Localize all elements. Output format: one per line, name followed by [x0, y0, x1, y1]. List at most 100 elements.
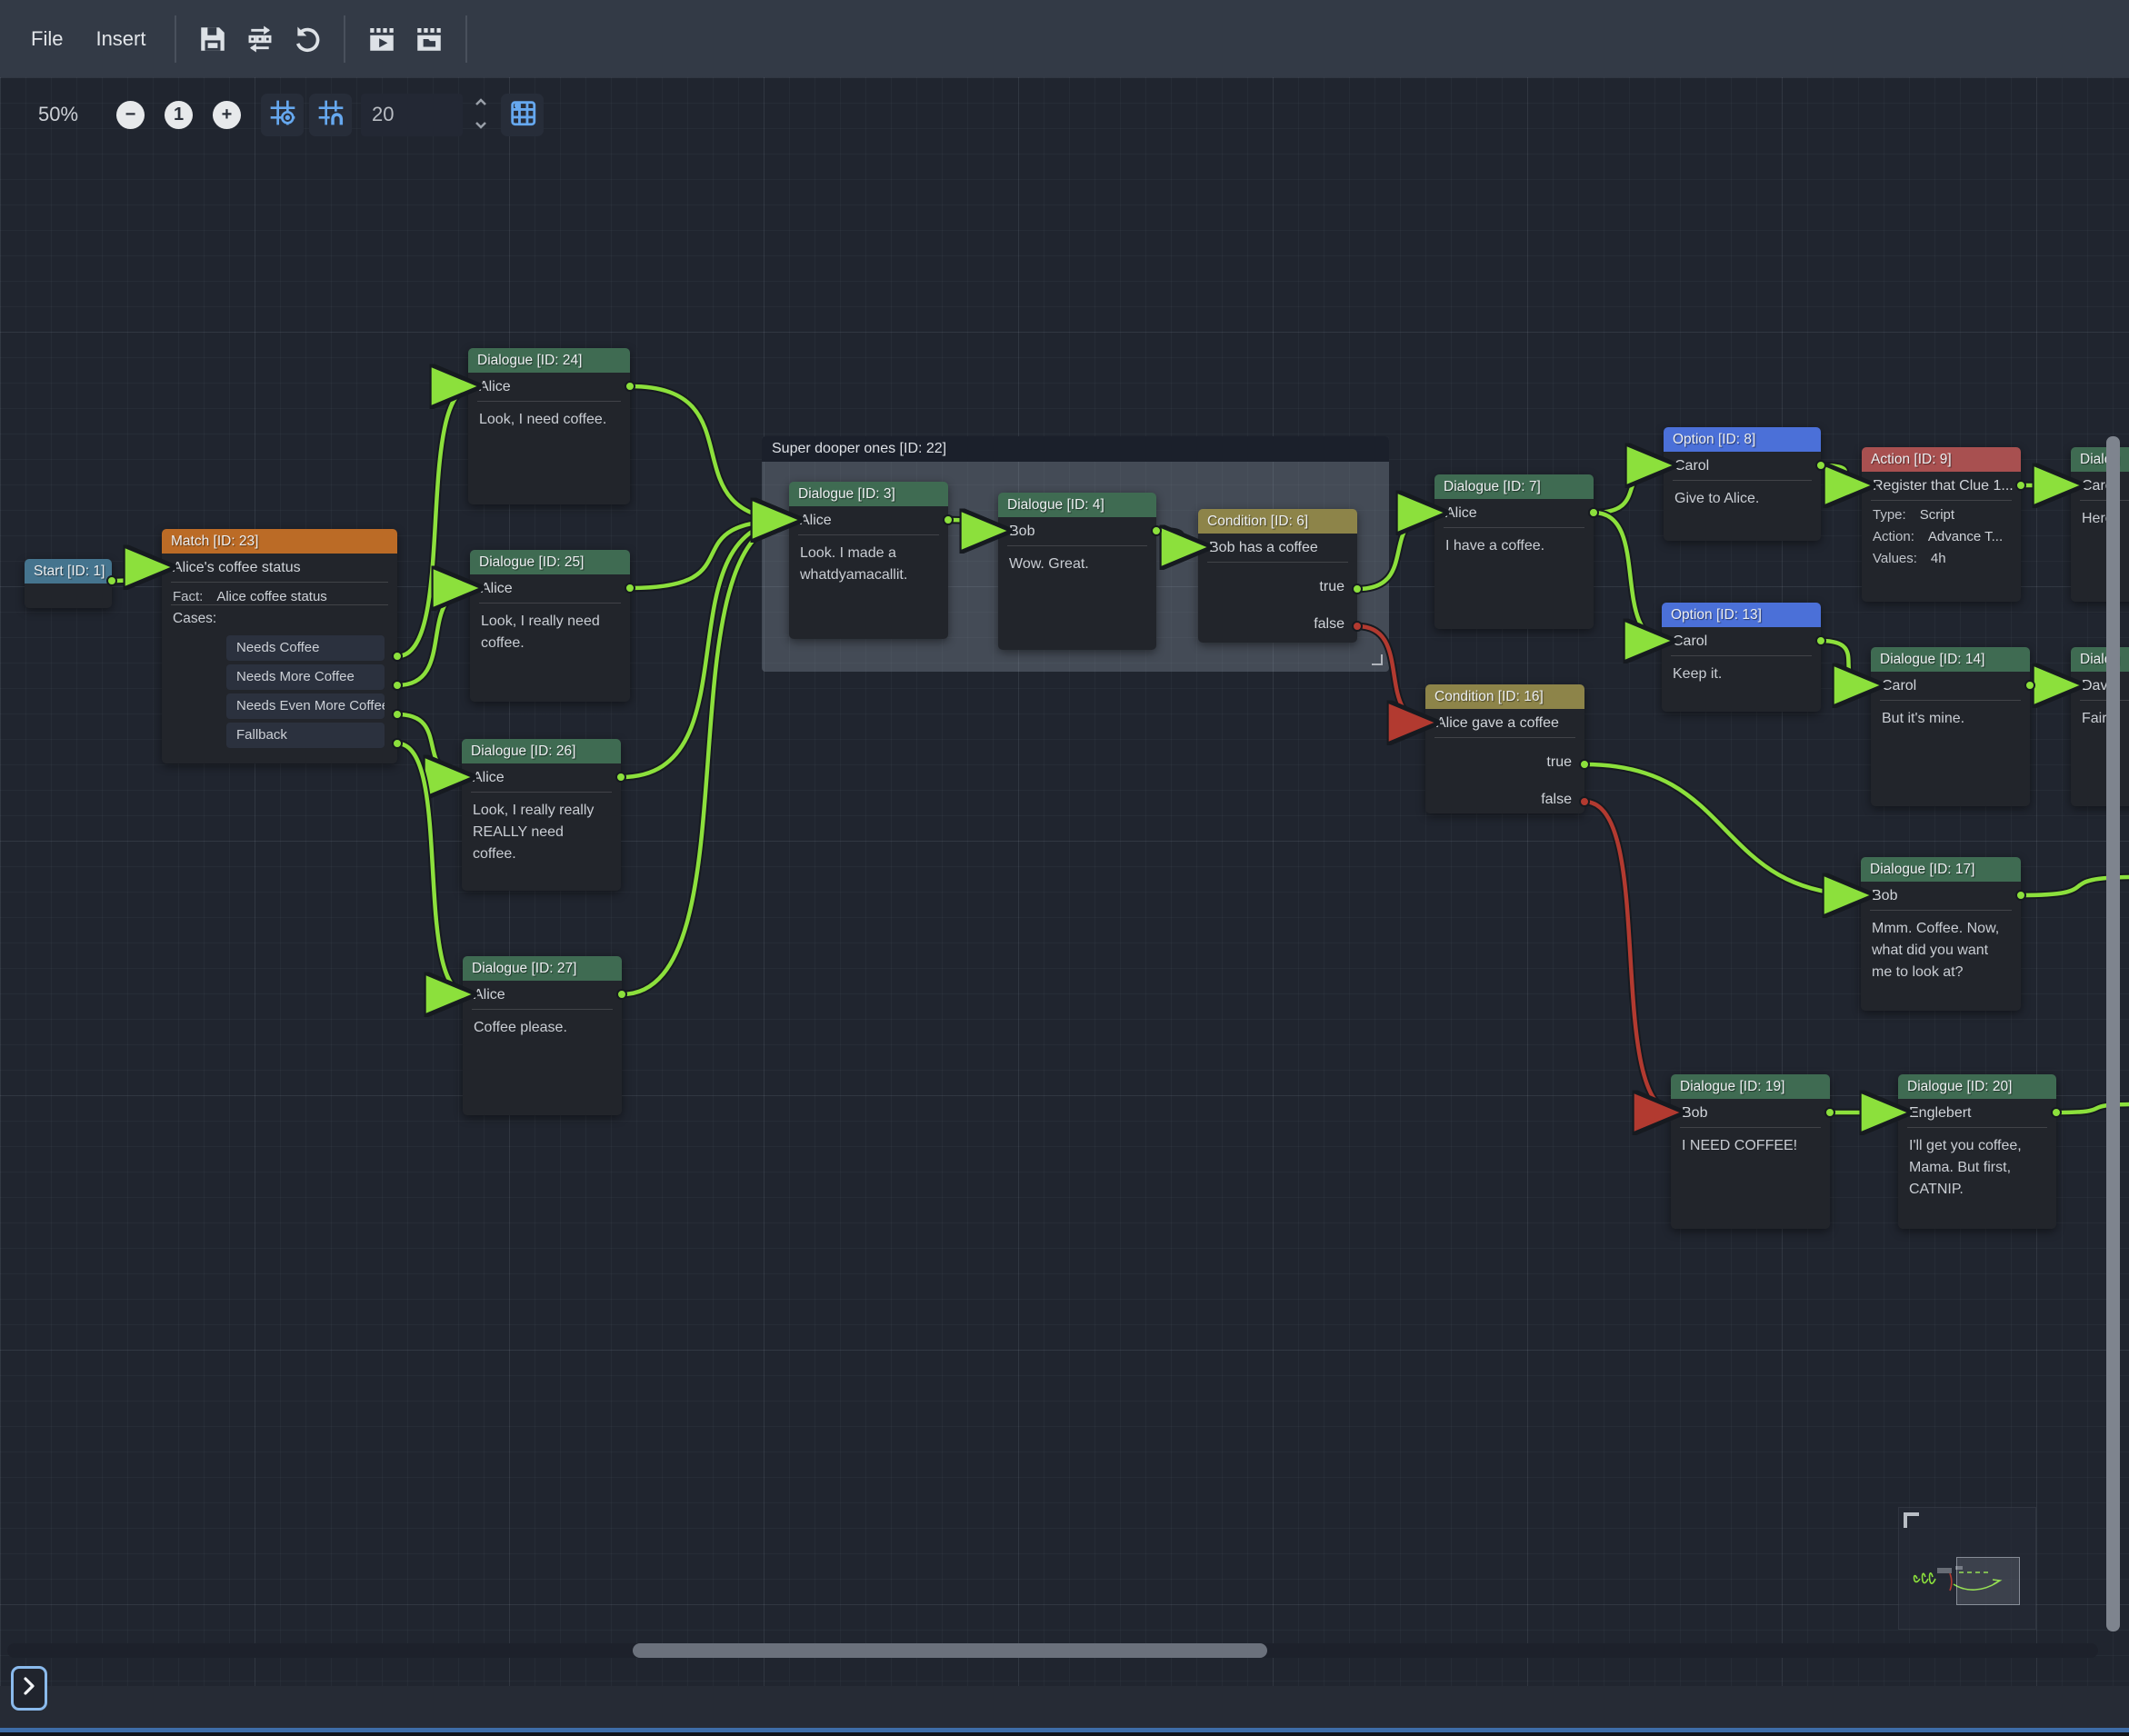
- graph-node-dlg-24[interactable]: Dialogue [ID: 24]AliceLook, I need coffe…: [468, 348, 630, 504]
- node-case-row[interactable]: Needs More Coffee: [226, 664, 385, 690]
- graph-node-dlg-cut-b[interactable]: DialogDaveFair e: [2071, 647, 2129, 806]
- minimap-resize-handle[interactable]: [1904, 1512, 1919, 1528]
- bottom-panel-edge: [0, 1732, 2129, 1736]
- graph-node-dlg-7[interactable]: Dialogue [ID: 7]AliceI have a coffee.: [1434, 474, 1594, 629]
- horizontal-scrollbar[interactable]: [7, 1643, 2098, 1658]
- node-case-row[interactable]: Needs Even More Coffee: [226, 693, 385, 719]
- node-title[interactable]: Dialogue [ID: 7]: [1434, 474, 1594, 499]
- node-text-row: Look. I made a whatdyamacallit.: [789, 535, 948, 586]
- snap-distance-stepper[interactable]: [474, 95, 488, 135]
- node-title[interactable]: Dialogue [ID: 26]: [462, 739, 621, 763]
- graph-toolbar: 50% − 1 + 20: [0, 90, 544, 139]
- graph-node-match-23[interactable]: Match [ID: 23]Alice's coffee statusFact:…: [162, 529, 397, 763]
- graph-node-opt-13[interactable]: Option [ID: 13]CarolKeep it.: [1662, 603, 1821, 712]
- node-title[interactable]: Option [ID: 13]: [1662, 603, 1821, 627]
- node-title[interactable]: Action [ID: 9]: [1862, 447, 2021, 472]
- group-resize-handle[interactable]: [1372, 654, 1383, 665]
- zoom-reset-button[interactable]: 1: [165, 101, 193, 129]
- node-property-row: Action:Advance T...: [1862, 523, 2021, 544]
- spinner-down-icon[interactable]: [474, 118, 488, 135]
- menu-insert[interactable]: Insert: [79, 18, 162, 60]
- node-title[interactable]: Dialogue [ID: 24]: [468, 348, 630, 373]
- node-title[interactable]: Dialog: [2071, 447, 2129, 472]
- node-title[interactable]: Start [ID: 1]: [25, 559, 112, 584]
- translate-button[interactable]: [236, 15, 284, 63]
- graph-node-act-9[interactable]: Action [ID: 9]Register that Clue 1...Typ…: [1862, 447, 2021, 602]
- minimap-panel[interactable]: [1898, 1507, 2036, 1630]
- node-title[interactable]: Dialogue [ID: 17]: [1861, 857, 2021, 882]
- test-scene-button[interactable]: [405, 15, 453, 63]
- graph-node-dlg-17[interactable]: Dialogue [ID: 17]BobMmm. Coffee. Now, wh…: [1861, 857, 2021, 1011]
- node-property-row: Fact:Alice coffee status: [162, 583, 397, 604]
- snap-distance-value: 20: [372, 103, 394, 126]
- graph-node-dlg-cut-a[interactable]: DialogCarolHere: [2071, 447, 2129, 602]
- node-title[interactable]: Condition [ID: 16]: [1425, 684, 1584, 709]
- minimap-toggle[interactable]: [501, 94, 544, 136]
- graph-node-dlg-26[interactable]: Dialogue [ID: 26]AliceLook, I really rea…: [462, 739, 621, 891]
- snap-distance-toggle[interactable]: [309, 94, 352, 136]
- save-icon: [197, 24, 228, 55]
- clapper-folder-icon: [414, 24, 445, 55]
- node-title[interactable]: Dialogue [ID: 19]: [1671, 1074, 1830, 1099]
- node-label-row: Cases:: [162, 605, 397, 632]
- node-case-row[interactable]: Fallback: [226, 723, 385, 748]
- node-speaker-row: Carol: [2071, 472, 2129, 500]
- node-title[interactable]: Dialogue [ID: 4]: [998, 493, 1156, 517]
- graph-node-dlg-19[interactable]: Dialogue [ID: 19]BobI NEED COFFEE!: [1671, 1074, 1830, 1229]
- menu-file[interactable]: File: [15, 18, 79, 60]
- snap-grid-toggle[interactable]: [261, 94, 304, 136]
- zoom-in-button[interactable]: +: [213, 101, 241, 129]
- undo-button[interactable]: [284, 15, 331, 63]
- node-speaker-row: Alice's coffee status: [162, 554, 397, 582]
- graph-node-start-1[interactable]: Start [ID: 1]: [25, 559, 112, 608]
- zoom-out-button[interactable]: −: [116, 101, 145, 129]
- graph-node-cond-16[interactable]: Condition [ID: 16]Alice gave a coffeetru…: [1425, 684, 1584, 813]
- graph-node-dlg-27[interactable]: Dialogue [ID: 27]AliceCoffee please.: [463, 956, 622, 1115]
- bottom-panel: [0, 1686, 2129, 1736]
- graph-node-dlg-25[interactable]: Dialogue [ID: 25]AliceLook, I really nee…: [470, 550, 630, 702]
- node-speaker-row: Dave: [2071, 672, 2129, 700]
- spinner-up-icon[interactable]: [474, 95, 488, 111]
- node-speaker-row: Bob: [1671, 1099, 1830, 1127]
- node-speaker-row: Bob: [998, 517, 1156, 545]
- node-title[interactable]: Condition [ID: 6]: [1198, 509, 1357, 534]
- node-case-row[interactable]: Needs Coffee: [226, 635, 385, 661]
- node-title[interactable]: Dialogue [ID: 20]: [1898, 1074, 2056, 1099]
- node-title[interactable]: Dialogue [ID: 3]: [789, 482, 948, 506]
- node-title[interactable]: Dialogue [ID: 14]: [1871, 647, 2030, 672]
- undo-icon: [292, 24, 323, 55]
- node-speaker-row: Alice: [462, 763, 621, 792]
- node-speaker-row: Alice gave a coffee: [1425, 709, 1584, 737]
- wire-cond-16-to-dlg-19: [1584, 802, 1676, 1112]
- node-text-row: Look, I really need coffee.: [470, 604, 630, 654]
- horizontal-scrollbar-thumb[interactable]: [633, 1643, 1267, 1658]
- node-text-row: I NEED COFFEE!: [1671, 1128, 1830, 1157]
- graph-canvas[interactable]: 50% − 1 + 20 Super dooper ones [ID: 22]: [0, 77, 2129, 1686]
- graph-node-dlg-4[interactable]: Dialogue [ID: 4]BobWow. Great.: [998, 493, 1156, 650]
- wire-start-1-to-match-23: [112, 567, 167, 581]
- vertical-scrollbar-thumb[interactable]: [2106, 436, 2120, 1631]
- node-title[interactable]: Dialogue [ID: 27]: [463, 956, 622, 981]
- node-title[interactable]: Match [ID: 23]: [162, 529, 397, 554]
- wire-opt-8-to-act-9: [1821, 465, 1867, 485]
- graph-node-dlg-14[interactable]: Dialogue [ID: 14]CarolBut it's mine.: [1871, 647, 2030, 806]
- node-title[interactable]: Dialog: [2071, 647, 2129, 672]
- save-button[interactable]: [189, 15, 236, 63]
- test-dialogue-button[interactable]: [358, 15, 405, 63]
- minimap-icon: [507, 97, 538, 133]
- node-branch-row: true: [1198, 574, 1357, 600]
- group-title[interactable]: Super dooper ones [ID: 22]: [762, 436, 1389, 462]
- node-speaker-row: Carol: [1664, 452, 1821, 480]
- node-title[interactable]: Dialogue [ID: 25]: [470, 550, 630, 574]
- graph-node-dlg-3[interactable]: Dialogue [ID: 3]AliceLook. I made a what…: [789, 482, 948, 639]
- expand-panel-button[interactable]: [11, 1666, 47, 1711]
- chevron-right-icon: [20, 1674, 38, 1702]
- snap-distance-input[interactable]: 20: [361, 94, 463, 136]
- graph-node-dlg-20[interactable]: Dialogue [ID: 20]EnglebertI'll get you c…: [1898, 1074, 2056, 1229]
- graph-node-opt-8[interactable]: Option [ID: 8]CarolGive to Alice.: [1664, 427, 1821, 541]
- node-branch-row: false: [1425, 787, 1584, 813]
- node-branch-row: false: [1198, 612, 1357, 637]
- graph-node-cond-6[interactable]: Condition [ID: 6]Bob has a coffeetruefal…: [1198, 509, 1357, 643]
- minimap-camera-rect[interactable]: [1956, 1557, 2020, 1605]
- node-title[interactable]: Option [ID: 8]: [1664, 427, 1821, 452]
